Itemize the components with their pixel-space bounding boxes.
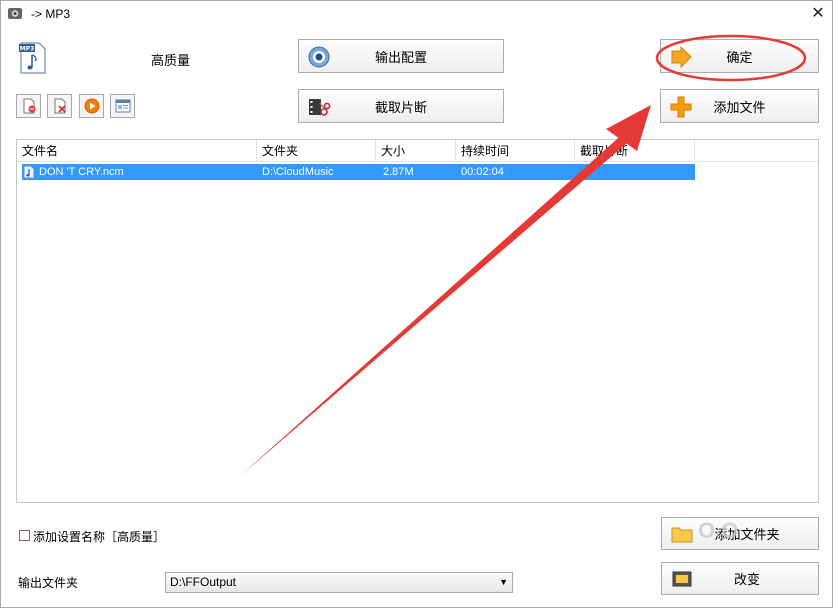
audio-file-icon: [23, 165, 35, 179]
change-button[interactable]: 改变: [661, 562, 819, 595]
media-file-icon: [672, 571, 692, 587]
svg-text:MP3: MP3: [20, 46, 35, 53]
column-header-clip[interactable]: 截取片断: [575, 140, 695, 162]
column-header-size[interactable]: 大小: [376, 140, 456, 162]
forward-arrow-icon: [671, 45, 692, 69]
dialog-window: -> MP3 ✕ MP3 高质量 输出配置 截取片断 确定 添加文件 文件名 文…: [0, 0, 833, 608]
clip-button[interactable]: 截取片断: [298, 89, 504, 123]
column-header-name[interactable]: 文件名: [17, 140, 257, 162]
cell-folder: D:\CloudMusic: [262, 166, 334, 178]
add-setting-name-checkbox[interactable]: [19, 530, 30, 541]
output-folder-value: D:\FFOutput: [170, 575, 237, 589]
remove-file-icon: [23, 98, 35, 114]
window-title: -> MP3: [31, 7, 71, 21]
chevron-down-icon: ▼: [499, 577, 508, 587]
gear-icon: [308, 46, 330, 68]
title-bar: -> MP3 ✕: [1, 1, 833, 27]
mp3-file-icon: MP3: [19, 42, 46, 74]
app-icon: [8, 8, 22, 19]
clear-list-tool[interactable]: [47, 94, 72, 118]
column-header-folder[interactable]: 文件夹: [257, 140, 376, 162]
film-scissors-icon: [309, 99, 331, 116]
ok-button[interactable]: 确定: [660, 39, 819, 73]
play-tool[interactable]: [79, 94, 104, 118]
column-header-duration[interactable]: 持续时间: [456, 140, 575, 162]
cell-duration: 00:02:04: [461, 166, 504, 178]
output-folder-label: 输出文件夹: [18, 576, 79, 590]
output-folder-select[interactable]: D:\FFOutput ▼: [165, 572, 513, 593]
cell-size: 2.87M: [383, 166, 414, 178]
add-file-button[interactable]: 添加文件: [660, 89, 819, 123]
folder-icon: [671, 527, 693, 543]
add-folder-button[interactable]: 添加文件夹: [661, 517, 819, 550]
add-setting-name-label: 添加设置名称［高质量］: [33, 530, 166, 544]
remove-file-tool[interactable]: [16, 94, 41, 118]
play-icon: [84, 98, 99, 114]
change-label: 改变: [733, 572, 760, 587]
watermark: O O: [698, 518, 739, 543]
clear-list-icon: [54, 98, 66, 114]
clip-label: 截取片断: [374, 99, 427, 115]
list-header: 文件名 文件夹 大小 持续时间 截取片断: [17, 140, 818, 162]
output-config-button[interactable]: 输出配置: [298, 39, 504, 73]
table-row[interactable]: DON 'T CRY.ncm D:\CloudMusic 2.87M 00:02…: [22, 164, 695, 180]
ok-label: 确定: [726, 49, 753, 65]
media-info-icon: [115, 99, 130, 113]
file-list[interactable]: 文件名 文件夹 大小 持续时间 截取片断 DON 'T CRY.ncm D:\C…: [16, 139, 819, 503]
add-file-label: 添加文件: [713, 99, 766, 115]
output-config-label: 输出配置: [374, 49, 427, 65]
plus-icon: [670, 96, 692, 118]
media-info-tool[interactable]: [110, 94, 135, 118]
close-button[interactable]: ✕: [809, 5, 827, 23]
quality-label: 高质量: [151, 53, 191, 68]
cell-name: DON 'T CRY.ncm: [39, 166, 124, 178]
